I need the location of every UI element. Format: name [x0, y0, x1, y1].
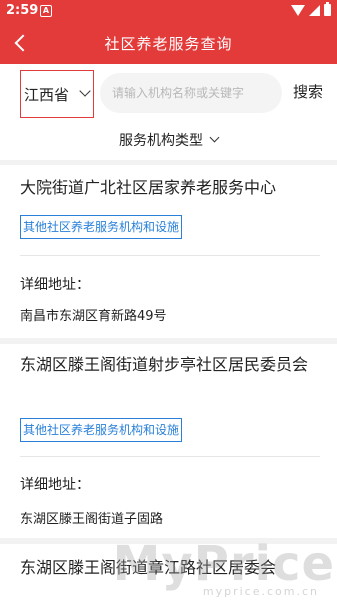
- address-label: 详细地址：: [20, 477, 90, 493]
- service-type-label: 服务机构类型: [119, 133, 203, 149]
- signal-icon: [309, 4, 320, 16]
- list-item[interactable]: 东湖区滕王阁街道射步亭社区居民委员会 其他社区养老服务机构和设施 详细地址： 东…: [0, 344, 337, 538]
- status-time: 2:59: [6, 3, 39, 18]
- nav-bar: 社区养老服务查询: [0, 24, 337, 64]
- notification-icon: A: [40, 5, 52, 17]
- service-type-filter[interactable]: 服务机构类型: [0, 126, 337, 156]
- wifi-icon: [291, 4, 305, 16]
- search-panel: 江西省 搜索 服务机构类型: [0, 64, 337, 160]
- divider: [20, 456, 320, 457]
- category-tag: 其他社区养老服务机构和设施: [20, 215, 183, 239]
- watermark-url: myprice.com.cn: [202, 585, 319, 598]
- category-tag: 其他社区养老服务机构和设施: [20, 418, 183, 442]
- province-select[interactable]: 江西省: [20, 70, 94, 118]
- province-label: 江西省: [24, 86, 70, 104]
- search-input[interactable]: [100, 73, 282, 113]
- watermark-logo: MyPrice: [112, 536, 335, 592]
- search-button[interactable]: 搜索: [293, 81, 323, 102]
- address-label: 详细地址：: [20, 277, 90, 293]
- address-value: 东湖区滕王阁街道子固路: [20, 512, 164, 527]
- battery-icon: [324, 2, 331, 16]
- chevron-down-icon: [79, 85, 91, 97]
- app-header: 2:59 A 社区养老服务查询: [0, 0, 337, 64]
- status-icons: [291, 2, 331, 16]
- chevron-down-icon: [209, 132, 220, 143]
- status-bar: 2:59 A: [0, 0, 337, 24]
- institution-name: 东湖区滕王阁街道射步亭社区居民委员会: [20, 355, 309, 374]
- page-title: 社区养老服务查询: [104, 35, 233, 53]
- address-value: 南昌市东湖区育新路49号: [20, 309, 167, 324]
- list-item[interactable]: 大院街道广北社区居家养老服务中心 其他社区养老服务机构和设施 详细地址： 南昌市…: [0, 165, 337, 338]
- divider: [20, 255, 320, 256]
- institution-name: 大院街道广北社区居家养老服务中心: [20, 178, 277, 197]
